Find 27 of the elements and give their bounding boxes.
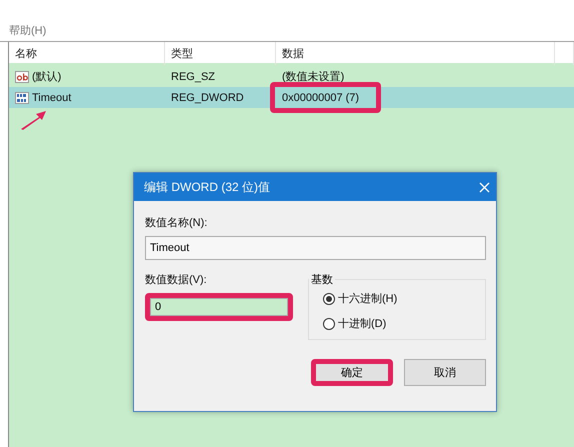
field-label: 数值名称(N): bbox=[145, 216, 208, 230]
text-value-icon bbox=[15, 70, 29, 82]
value-name: Timeout bbox=[32, 92, 72, 104]
radio-button[interactable] bbox=[323, 318, 335, 330]
dialog-title: 编辑 DWORD (32 位)值 bbox=[144, 178, 270, 196]
name-field[interactable]: Timeout bbox=[145, 236, 486, 260]
value-data: 0x00000007 (7) bbox=[282, 92, 360, 104]
dialog-button[interactable]: 确定 bbox=[311, 359, 393, 386]
value-name: (默认) bbox=[32, 70, 62, 84]
dialog-button[interactable]: 取消 bbox=[404, 359, 486, 386]
column-header[interactable]: 数据 bbox=[276, 42, 555, 65]
field-label: 数值数据(V): bbox=[145, 273, 208, 287]
value-type: REG_DWORD bbox=[171, 92, 244, 104]
value-type: REG_SZ bbox=[171, 70, 216, 82]
close-icon[interactable] bbox=[479, 182, 490, 192]
radio-button[interactable] bbox=[323, 292, 335, 304]
radio-label: 十六进制(H) bbox=[338, 292, 398, 306]
data-field[interactable]: 0 bbox=[150, 298, 288, 316]
group-title: 基数 bbox=[310, 273, 334, 287]
registry-row[interactable]: (默认) REG_SZ (数值未设置) bbox=[9, 66, 574, 87]
menu-item[interactable]: 帮助(H) bbox=[9, 23, 46, 38]
value-data: (数值未设置) bbox=[282, 70, 344, 84]
radio-label: 十进制(D) bbox=[338, 317, 386, 331]
column-header[interactable]: 名称 bbox=[9, 42, 165, 65]
binary-value-icon bbox=[15, 92, 29, 104]
registry-row[interactable]: Timeout REG_DWORD 0x00000007 (7) bbox=[9, 87, 574, 108]
column-header[interactable]: 类型 bbox=[165, 42, 276, 65]
